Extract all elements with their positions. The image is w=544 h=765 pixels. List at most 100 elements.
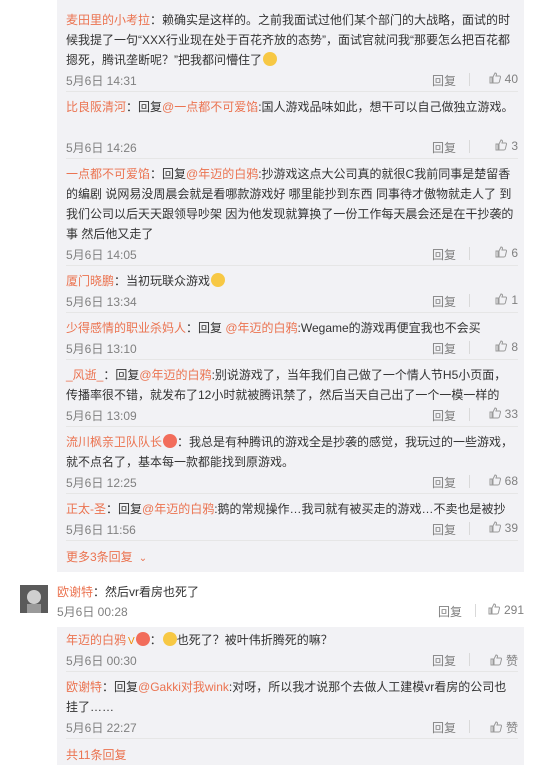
like-button[interactable]: 赞 <box>474 719 518 736</box>
mention-link[interactable]: @年迈的白鸦 <box>225 321 297 335</box>
mention-link[interactable]: @年迈的白鸦 <box>142 502 214 516</box>
like-count: 6 <box>511 246 518 260</box>
grin-emoji-icon <box>211 273 226 287</box>
reply-button[interactable]: 回复 <box>432 474 456 491</box>
divider <box>66 265 518 266</box>
reply-time: 5月6日 13:09 <box>66 409 137 423</box>
reply-meta: 5月6日 13:10 回复 8 <box>66 339 518 357</box>
reply-button[interactable]: 回复 <box>432 246 456 263</box>
reply-username[interactable]: _风逝_ <box>66 368 103 382</box>
reply-username[interactable]: 正太-圣 <box>66 502 106 516</box>
reply-button[interactable]: 回复 <box>432 719 456 736</box>
like-button[interactable]: 68 <box>474 474 518 488</box>
reply-item: _风逝_：回复@年迈的白鸦:别说游戏了，当年我们自己做了一个情人节H5小页面，传… <box>66 365 518 423</box>
reply-content: 当初玩联众游戏 <box>126 274 211 288</box>
divider <box>66 91 518 92</box>
reply-button[interactable]: 回复 <box>432 293 456 310</box>
divider <box>66 426 518 427</box>
mention-link[interactable]: @Gakki对我wink <box>138 680 229 694</box>
chevron-down-icon: ⌄ <box>138 553 148 564</box>
reply-meta: 5月6日 11:56 回复 39 <box>66 520 518 538</box>
reply-time: 5月6日 14:31 <box>66 74 137 88</box>
mention-link[interactable]: @年迈的白鸦 <box>186 167 258 181</box>
reply-item: 麦田里的小考拉：赖确实是这样的。之前我面试过他们某个部门的大战略，面试的时候我提… <box>66 10 518 88</box>
more-replies-label: 更多3条回复 <box>66 550 133 564</box>
divider <box>469 522 470 535</box>
reply-button[interactable]: 回复 <box>432 652 456 669</box>
divider <box>469 73 470 86</box>
reply-prefix: ：回复 <box>106 502 143 516</box>
reply-username[interactable]: 一点都不可爱馅 <box>66 167 150 181</box>
reply-content: 也死了？被叶伟折腾死的嘛？ <box>176 633 333 647</box>
thumbs-up-icon <box>489 72 501 84</box>
reply-item: 欧谢特：回复@Gakki对我wink:对呀，所以我才说那个去做人工建模vr看房的… <box>66 677 518 735</box>
heart-badge-icon <box>135 632 150 646</box>
like-button[interactable]: 39 <box>474 521 518 535</box>
reply-meta: 5月6日 14:26 回复 3 <box>66 138 518 156</box>
thumbs-up-icon <box>495 293 508 305</box>
reply-button[interactable]: 回复 <box>438 603 462 620</box>
thumbs-up-icon <box>489 407 501 419</box>
reply-time: 5月6日 14:26 <box>66 141 137 155</box>
divider <box>469 720 470 733</box>
reply-username[interactable]: 比良阪清河 <box>66 100 126 114</box>
like-count: 39 <box>504 521 518 535</box>
like-button[interactable]: 6 <box>474 246 518 260</box>
like-button[interactable]: 40 <box>474 72 518 86</box>
reply-colon: ： <box>149 633 162 647</box>
comment-thread: 麦田里的小考拉：赖确实是这样的。之前我面试过他们某个部门的大战略，面试的时候我提… <box>0 0 544 765</box>
like-count: 33 <box>504 407 518 421</box>
reply-item: 一点都不可爱馅：回复@年迈的白鸦:抄游戏这点大公司真的就很C我前同事是楚留香的编… <box>66 164 518 262</box>
reply-prefix: ：回复 <box>102 680 139 694</box>
reply-item: 厦门晓鹏：当初玩联众游戏 5月6日 13:34 回复 1 <box>66 271 518 309</box>
divider <box>66 158 518 159</box>
reply-username[interactable]: 欧谢特 <box>66 680 102 694</box>
more-replies-link[interactable]: 更多3条回复 ⌄ <box>66 548 147 565</box>
comment-time: 5月6日 00:28 <box>57 605 128 619</box>
reply-button[interactable]: 回复 <box>432 340 456 357</box>
reply-prefix: ：回复 <box>150 167 187 181</box>
main-comment: 欧谢特：然后vr看房也死了 5月6日 00:28 回复 291 <box>57 582 524 619</box>
like-button[interactable]: 3 <box>474 139 518 153</box>
reply-content: :Wegame的游戏再便宜我也不会买 <box>297 321 481 335</box>
like-button[interactable]: 33 <box>474 407 518 421</box>
mention-link[interactable]: @一点都不可爱馅 <box>162 100 258 114</box>
all-replies-link[interactable]: 共11条回复 <box>66 746 126 763</box>
reply-text: _风逝_：回复@年迈的白鸦:别说游戏了，当年我们自己做了一个情人节H5小页面，传… <box>66 365 518 405</box>
divider <box>66 359 518 360</box>
like-count: 68 <box>504 474 518 488</box>
reply-meta: 5月6日 00:30 回复 赞 <box>66 651 518 669</box>
reply-text: 欧谢特：回复@Gakki对我wink:对呀，所以我才说那个去做人工建模vr看房的… <box>66 677 518 717</box>
divider <box>66 493 518 494</box>
reply-colon: ： <box>177 435 190 449</box>
like-button[interactable]: 8 <box>474 340 518 354</box>
comment-colon: ： <box>93 585 106 599</box>
reply-username[interactable]: 麦田里的小考拉 <box>66 13 150 27</box>
avatar-image <box>20 585 48 613</box>
reply-time: 5月6日 00:30 <box>66 654 137 668</box>
reply-username[interactable]: 少得感情的职业杀妈人 <box>66 321 186 335</box>
like-button[interactable]: 1 <box>474 293 518 307</box>
reply-text: 比良阪清河：回复@一点都不可爱馅:国人游戏品味如此，想干可以自己做独立游戏。 <box>66 97 518 117</box>
reply-button[interactable]: 回复 <box>432 521 456 538</box>
reply-text: 麦田里的小考拉：赖确实是这样的。之前我面试过他们某个部门的大战略，面试的时候我提… <box>66 10 518 70</box>
reply-button[interactable]: 回复 <box>432 139 456 156</box>
reply-button[interactable]: 回复 <box>432 72 456 89</box>
reply-button[interactable]: 回复 <box>432 407 456 424</box>
reply-text: 正太-圣：回复@年迈的白鸦:鹅的常规操作…我司就有被买走的游戏…不卖也是被抄 <box>66 499 518 519</box>
reply-username[interactable]: 年迈的白鸦 <box>66 633 126 647</box>
like-count: 3 <box>511 139 518 153</box>
thumbs-up-icon <box>489 521 501 533</box>
like-button[interactable]: 291 <box>480 603 524 617</box>
divider <box>66 312 518 313</box>
reply-username[interactable]: 厦门晓鹏 <box>66 274 114 288</box>
reply-username[interactable]: 流川枫亲卫队队长 <box>66 435 162 449</box>
comment-username[interactable]: 欧谢特 <box>57 585 93 599</box>
reply-prefix: ：回复 <box>186 321 226 335</box>
thumbs-up-icon <box>495 340 508 352</box>
reply-colon: ： <box>114 274 127 288</box>
like-button[interactable]: 赞 <box>474 652 518 669</box>
comment-content: 然后vr看房也死了 <box>105 585 200 599</box>
avatar[interactable] <box>20 585 48 613</box>
mention-link[interactable]: @年迈的白鸦 <box>139 368 211 382</box>
